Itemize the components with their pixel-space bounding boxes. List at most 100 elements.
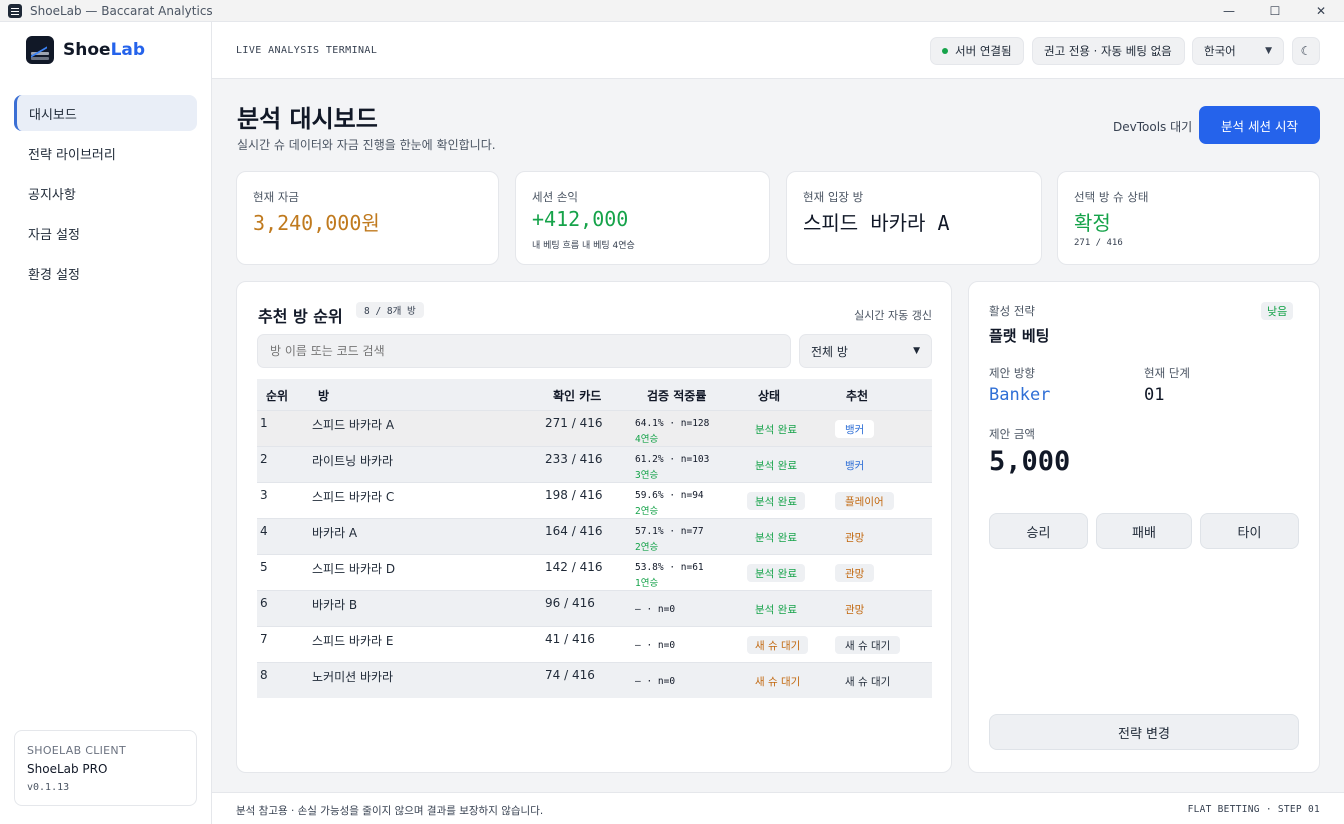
language-select[interactable]: 한국어 ▼ <box>1192 37 1284 65</box>
window-title: ShoeLab — Baccarat Analytics <box>30 3 213 18</box>
cell-cards: 96 / 416 <box>545 596 595 610</box>
step-value: 01 <box>1144 385 1165 405</box>
status-badge: 분석 완료 <box>755 531 797 544</box>
chevron-down-icon: ▼ <box>913 346 920 356</box>
streak-label: 3연승 <box>635 470 659 481</box>
room-filter-select[interactable]: 전체 방 ▼ <box>799 334 932 368</box>
direction-label: 제안 방향 <box>989 366 1035 380</box>
streak-label: 1연승 <box>635 578 659 589</box>
mode-text: 권고 전용 · 자동 베팅 없음 <box>1044 44 1172 58</box>
window-titlebar: ShoeLab — Baccarat Analytics — ☐ ✕ <box>0 0 1344 22</box>
footer-mode: FLAT BETTING · STEP 01 <box>1187 804 1320 815</box>
sidebar-item-bankroll[interactable]: 자금 설정 <box>14 215 197 251</box>
server-status-text: 서버 연결됨 <box>955 44 1012 58</box>
col-room: 방 <box>318 389 330 403</box>
cell-room: 노커미션 바카라 <box>312 670 394 684</box>
sidebar-nav: 대시보드 전략 라이브러리 공지사항 자금 설정 환경 설정 <box>14 95 197 295</box>
sidebar-item-dashboard[interactable]: 대시보드 <box>14 95 197 131</box>
cell-cards: 233 / 416 <box>545 452 603 466</box>
cell-accuracy: 53.8% · n=61 1연승 <box>635 562 704 589</box>
strategy-name: 플랫 베팅 <box>989 327 1050 345</box>
cell-room: 스피드 바카라 D <box>312 562 396 576</box>
cell-accuracy: 59.6% · n=94 2연승 <box>635 490 704 517</box>
cell-rank: 6 <box>260 596 268 610</box>
status-badge: 분석 완료 <box>755 423 797 436</box>
cell-accuracy: 57.1% · n=77 2연승 <box>635 526 704 553</box>
app-logo[interactable]: ShoeLab <box>26 36 145 64</box>
sidebar-item-notices[interactable]: 공지사항 <box>14 175 197 211</box>
close-icon[interactable]: ✕ <box>1298 0 1344 22</box>
panel-title: 추천 방 순위 <box>258 307 343 326</box>
win-button[interactable]: 승리 <box>989 513 1088 549</box>
devtools-status: DevTools 대기 <box>1113 120 1193 134</box>
table-row[interactable]: 7 스피드 바카라 E 41 / 416 — · n=0 새 슈 대기 새 슈 … <box>257 626 932 662</box>
cell-rank: 5 <box>260 560 268 574</box>
status-badge: 분석 완료 <box>747 492 805 510</box>
amount-value: 5,000 <box>989 446 1071 477</box>
logo-icon <box>26 36 54 64</box>
col-status: 상태 <box>758 389 781 403</box>
room-search-input[interactable] <box>257 334 791 368</box>
streak-label: 2연승 <box>635 542 659 553</box>
table-row[interactable]: 2 라이트닝 바카라 233 / 416 61.2% · n=103 3연승 분석… <box>257 446 932 482</box>
direction-value: Banker <box>989 385 1051 405</box>
cell-rank: 7 <box>260 632 268 646</box>
cell-accuracy: — · n=0 <box>635 604 676 615</box>
recommend-badge: 관망 <box>845 531 865 544</box>
recommend-badge: 플레이어 <box>835 492 894 510</box>
col-cards: 확인 카드 <box>553 389 602 403</box>
cell-rank: 3 <box>260 488 268 502</box>
cell-room: 라이트닝 바카라 <box>312 454 394 468</box>
stat-label: 현재 자금 <box>253 190 299 204</box>
theme-toggle-button[interactable]: ☾ <box>1292 37 1320 65</box>
change-strategy-button[interactable]: 전략 변경 <box>989 714 1299 750</box>
minimize-icon[interactable]: — <box>1206 0 1252 22</box>
client-info: SHOELAB CLIENT ShoeLab PRO v0.1.13 <box>14 730 197 806</box>
stat-value: 3,240,000원 <box>253 211 380 235</box>
logo-text: ShoeLab <box>63 40 146 60</box>
client-name: ShoeLab PRO <box>27 762 108 776</box>
cell-rank: 1 <box>260 416 268 430</box>
cell-room: 스피드 바카라 A <box>312 418 395 432</box>
stat-card-shoe-status: 선택 방 슈 상태 확정 271 / 416 <box>1057 171 1320 265</box>
step-label: 현재 단계 <box>1144 366 1190 380</box>
strategy-label: 활성 전략 <box>989 304 1035 318</box>
cell-accuracy: 61.2% · n=103 3연승 <box>635 454 710 481</box>
loss-button[interactable]: 패배 <box>1096 513 1192 549</box>
stat-sub: 내 베팅 흐름 내 베팅 4연승 <box>532 241 635 251</box>
table-row[interactable]: 4 바카라 A 164 / 416 57.1% · n=77 2연승 분석 완료 … <box>257 518 932 554</box>
status-badge: 분석 완료 <box>755 603 797 616</box>
recommend-badge: 뱅커 <box>835 420 875 438</box>
disclaimer-text: 분석 참고용 · 손실 가능성을 줄이지 않으며 결과를 보장하지 않습니다. <box>236 805 544 817</box>
cell-cards: 74 / 416 <box>545 668 595 682</box>
stat-card-current-room: 현재 입장 방 스피드 바카라 A <box>786 171 1042 265</box>
table-row[interactable]: 6 바카라 B 96 / 416 — · n=0 분석 완료 관망 <box>257 590 932 626</box>
table-row[interactable]: 1 스피드 바카라 A 271 / 416 64.1% · n=128 4연승 분… <box>257 410 932 446</box>
cell-cards: 164 / 416 <box>545 524 603 538</box>
cell-rank: 4 <box>260 524 268 538</box>
tie-button[interactable]: 타이 <box>1200 513 1299 549</box>
cell-room: 스피드 바카라 E <box>312 634 394 648</box>
cell-cards: 271 / 416 <box>545 416 603 430</box>
table-row[interactable]: 5 스피드 바카라 D 142 / 416 53.8% · n=61 1연승 분석… <box>257 554 932 590</box>
client-version: v0.1.13 <box>27 782 70 793</box>
table-row[interactable]: 3 스피드 바카라 C 198 / 416 59.6% · n=94 2연승 분석… <box>257 482 932 518</box>
cell-rank: 2 <box>260 452 268 466</box>
sidebar-item-settings[interactable]: 환경 설정 <box>14 255 197 291</box>
sidebar: ShoeLab 대시보드 전략 라이브러리 공지사항 자금 설정 환경 설정 S… <box>0 22 212 824</box>
status-badge: 분석 완료 <box>747 564 805 582</box>
col-recommend: 추천 <box>846 389 869 403</box>
room-table: 순위 방 확인 카드 검증 적중률 상태 추천 1 스피드 바카라 A 271 … <box>257 379 932 698</box>
streak-label: 2연승 <box>635 506 659 517</box>
maximize-icon[interactable]: ☐ <box>1252 0 1298 22</box>
status-badge: 새 슈 대기 <box>755 675 801 688</box>
stat-label: 선택 방 슈 상태 <box>1074 190 1149 204</box>
recommend-badge: 새 슈 대기 <box>835 636 901 654</box>
sidebar-item-strategy-library[interactable]: 전략 라이브러리 <box>14 135 197 171</box>
cell-accuracy: 64.1% · n=128 4연승 <box>635 418 710 445</box>
table-row[interactable]: 8 노커미션 바카라 74 / 416 — · n=0 새 슈 대기 새 슈 대… <box>257 662 932 698</box>
start-session-button[interactable]: 분석 세션 시작 <box>1199 106 1320 144</box>
mode-badge: 권고 전용 · 자동 베팅 없음 <box>1032 37 1185 65</box>
status-dot-icon <box>942 48 948 54</box>
live-update-note: 실시간 자동 갱신 <box>854 309 932 322</box>
